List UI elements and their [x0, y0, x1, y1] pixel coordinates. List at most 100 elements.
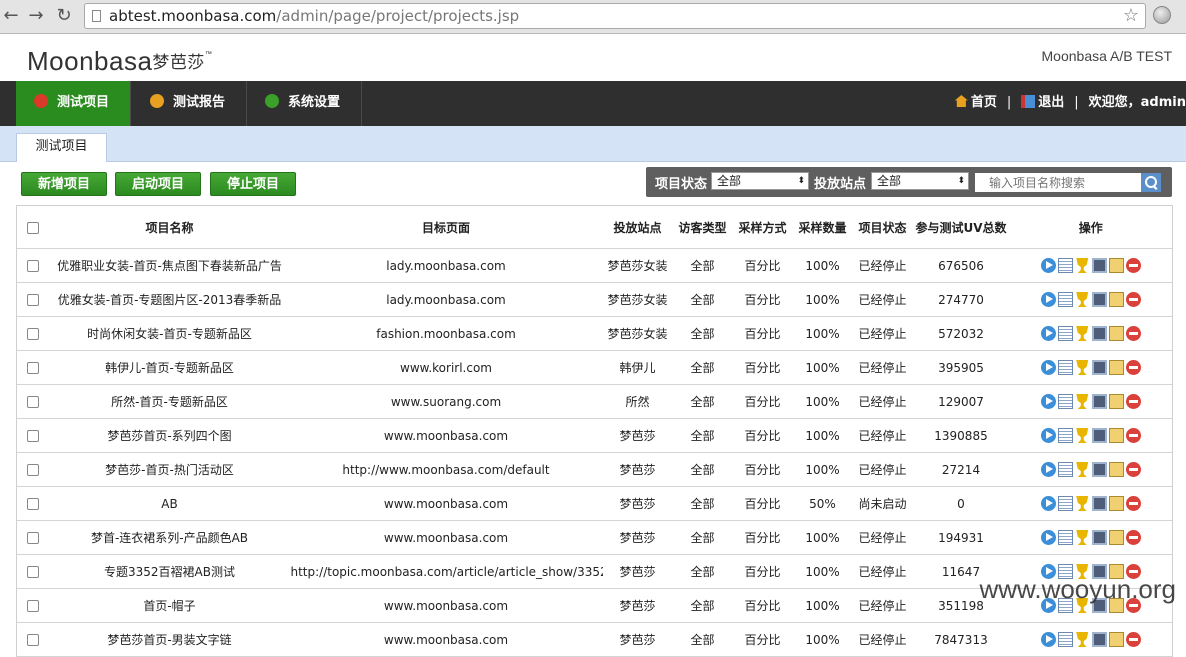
delete-icon[interactable]	[1125, 496, 1141, 511]
table-icon[interactable]	[1057, 530, 1073, 545]
stop-project-button[interactable]: 停止项目	[210, 172, 296, 196]
search-icon[interactable]	[1141, 173, 1161, 192]
monitor-icon[interactable]	[1091, 394, 1107, 409]
edit-icon[interactable]	[1108, 632, 1124, 647]
trophy-icon[interactable]	[1076, 530, 1089, 545]
bookmark-star-icon[interactable]: ☆	[1123, 5, 1139, 27]
trophy-icon[interactable]	[1076, 326, 1089, 341]
row-checkbox[interactable]	[16, 452, 50, 487]
trophy-icon[interactable]	[1076, 428, 1089, 443]
reload-icon[interactable]: ↻	[53, 5, 75, 27]
edit-icon[interactable]	[1108, 292, 1124, 307]
cell-name[interactable]: 梦芭莎首页-男装文字链	[49, 622, 290, 657]
edit-icon[interactable]	[1108, 360, 1124, 375]
play-icon[interactable]	[1040, 428, 1056, 443]
trophy-icon[interactable]	[1076, 632, 1089, 647]
select-all-checkbox[interactable]	[16, 205, 50, 249]
cell-name[interactable]: 韩伊儿-首页-专题新品区	[49, 350, 290, 385]
edit-icon[interactable]	[1108, 530, 1124, 545]
monitor-icon[interactable]	[1091, 530, 1107, 545]
delete-icon[interactable]	[1125, 530, 1141, 545]
play-icon[interactable]	[1040, 326, 1056, 341]
edit-icon[interactable]	[1108, 326, 1124, 341]
trophy-icon[interactable]	[1076, 292, 1089, 307]
monitor-icon[interactable]	[1091, 462, 1107, 477]
site-select[interactable]: 全部 ⬍	[871, 172, 969, 190]
play-icon[interactable]	[1040, 258, 1056, 273]
play-icon[interactable]	[1040, 530, 1056, 545]
monitor-icon[interactable]	[1091, 360, 1107, 375]
delete-icon[interactable]	[1125, 394, 1141, 409]
project-search-input[interactable]	[975, 173, 1141, 192]
table-icon[interactable]	[1057, 258, 1073, 273]
trophy-icon[interactable]	[1076, 462, 1089, 477]
address-bar[interactable]: abtest.moonbasa.com/admin/page/project/p…	[84, 3, 1146, 29]
edit-icon[interactable]	[1108, 258, 1124, 273]
row-checkbox[interactable]	[16, 350, 50, 385]
edit-icon[interactable]	[1108, 394, 1124, 409]
play-icon[interactable]	[1040, 462, 1056, 477]
table-icon[interactable]	[1057, 428, 1073, 443]
row-checkbox[interactable]	[16, 554, 50, 589]
monitor-icon[interactable]	[1091, 326, 1107, 341]
trophy-icon[interactable]	[1076, 394, 1089, 409]
tab-test-projects[interactable]: 测试项目	[16, 81, 131, 126]
delete-icon[interactable]	[1125, 292, 1141, 307]
row-checkbox[interactable]	[16, 622, 50, 657]
row-checkbox[interactable]	[16, 520, 50, 555]
delete-icon[interactable]	[1125, 258, 1141, 273]
table-icon[interactable]	[1057, 632, 1073, 647]
edit-icon[interactable]	[1108, 496, 1124, 511]
cell-name[interactable]: 优雅职业女装-首页-焦点图下春装新品广告	[49, 248, 290, 283]
table-icon[interactable]	[1057, 326, 1073, 341]
row-checkbox[interactable]	[16, 418, 50, 453]
monitor-icon[interactable]	[1091, 428, 1107, 443]
trophy-icon[interactable]	[1076, 496, 1089, 511]
delete-icon[interactable]	[1125, 360, 1141, 375]
logout-link[interactable]: 退出	[1021, 95, 1064, 110]
play-icon[interactable]	[1040, 360, 1056, 375]
delete-icon[interactable]	[1125, 428, 1141, 443]
monitor-icon[interactable]	[1091, 496, 1107, 511]
cell-name[interactable]: 所然-首页-专题新品区	[49, 384, 290, 419]
subtab-test-projects[interactable]: 测试项目	[16, 133, 107, 162]
cell-name[interactable]: 梦首-连衣裙系列-产品颜色AB	[49, 520, 290, 555]
table-icon[interactable]	[1057, 496, 1073, 511]
forward-arrow-icon[interactable]: →	[25, 5, 47, 27]
row-checkbox[interactable]	[16, 588, 50, 623]
play-icon[interactable]	[1040, 632, 1056, 647]
delete-icon[interactable]	[1125, 632, 1141, 647]
cell-name[interactable]: 梦芭莎-首页-热门活动区	[49, 452, 290, 487]
back-arrow-icon[interactable]: ←	[0, 5, 22, 27]
play-icon[interactable]	[1040, 496, 1056, 511]
row-checkbox[interactable]	[16, 248, 50, 283]
cell-name[interactable]: AB	[49, 486, 290, 521]
add-project-button[interactable]: 新增项目	[21, 172, 107, 196]
monitor-icon[interactable]	[1091, 292, 1107, 307]
table-icon[interactable]	[1057, 394, 1073, 409]
edit-icon[interactable]	[1108, 462, 1124, 477]
cell-name[interactable]: 时尚休闲女装-首页-专题新品区	[49, 316, 290, 351]
row-checkbox[interactable]	[16, 282, 50, 317]
table-icon[interactable]	[1057, 360, 1073, 375]
row-checkbox[interactable]	[16, 316, 50, 351]
status-select[interactable]: 全部 ⬍	[711, 172, 809, 190]
play-icon[interactable]	[1040, 394, 1056, 409]
edit-icon[interactable]	[1108, 428, 1124, 443]
cell-name[interactable]: 首页-帽子	[49, 588, 290, 623]
tab-test-reports[interactable]: 测试报告	[131, 81, 247, 126]
table-icon[interactable]	[1057, 292, 1073, 307]
row-checkbox[interactable]	[16, 384, 50, 419]
home-link[interactable]: 首页	[954, 95, 997, 110]
trophy-icon[interactable]	[1076, 360, 1089, 375]
logo[interactable]: Moonbasa梦芭莎™	[27, 46, 212, 77]
cell-name[interactable]: 优雅女装-首页-专题图片区-2013春季新品	[49, 282, 290, 317]
trophy-icon[interactable]	[1076, 258, 1089, 273]
delete-icon[interactable]	[1125, 326, 1141, 341]
tab-system-settings[interactable]: 系统设置	[247, 81, 362, 126]
globe-icon[interactable]	[1153, 6, 1171, 24]
monitor-icon[interactable]	[1091, 632, 1107, 647]
start-project-button[interactable]: 启动项目	[115, 172, 201, 196]
url-text[interactable]: abtest.moonbasa.com/admin/page/project/p…	[109, 7, 519, 25]
row-checkbox[interactable]	[16, 486, 50, 521]
